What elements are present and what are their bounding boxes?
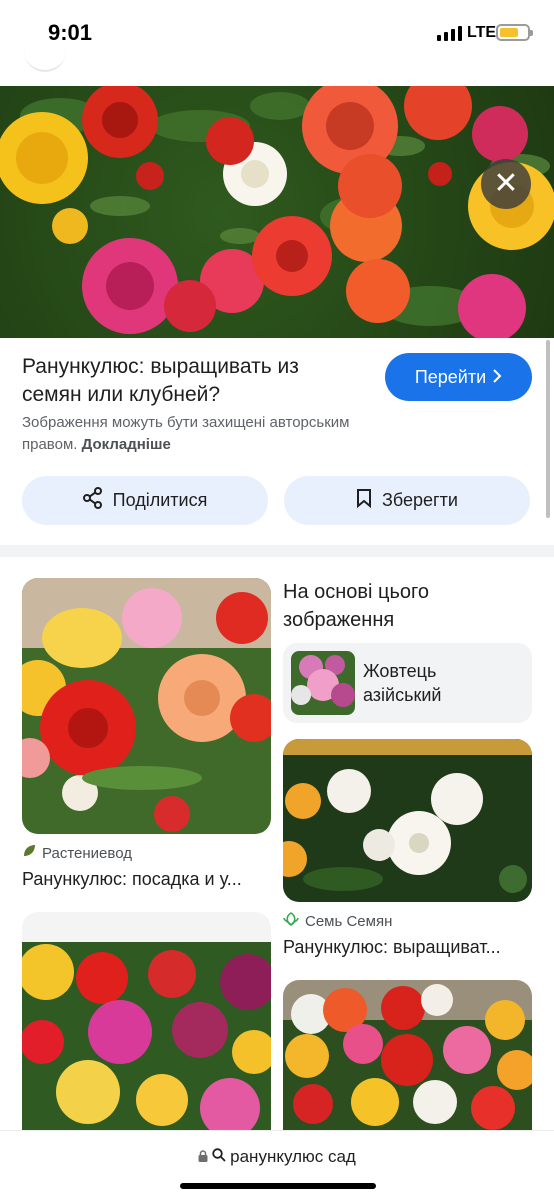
- result-source-label: Растениевод: [42, 844, 132, 862]
- visit-button-label: Перейти: [414, 366, 487, 387]
- save-button-label: Зберегти: [382, 490, 458, 510]
- close-icon[interactable]: ✕: [481, 159, 531, 209]
- result-image[interactable]: [283, 980, 532, 1130]
- related-chip[interactable]: Жовтець азійський: [283, 643, 532, 723]
- home-indicator: [180, 1183, 376, 1189]
- share-button[interactable]: Поділитися: [22, 476, 268, 525]
- result-source[interactable]: Семь Семян: [283, 912, 392, 930]
- preview-image[interactable]: ✕: [0, 86, 554, 338]
- bookmark-icon: [356, 488, 372, 513]
- related-heading: На основі цього зображення: [283, 581, 430, 631]
- related-chip-label: Жовтець азійський: [363, 661, 442, 705]
- copyright-text: Зображення можуть бути захищені авторськ…: [22, 414, 350, 453]
- save-button[interactable]: Зберегти: [284, 476, 530, 525]
- network-label: LTE: [467, 24, 497, 41]
- address-bar[interactable]: ранункулюс сад: [0, 1130, 554, 1200]
- address-field[interactable]: ранункулюс сад: [0, 1147, 554, 1167]
- result-source[interactable]: Растениевод: [22, 844, 132, 862]
- result-source-label: Семь Семян: [305, 912, 393, 930]
- visit-button[interactable]: Перейти: [385, 353, 532, 401]
- result-image[interactable]: [22, 578, 271, 834]
- leaf-icon: [22, 844, 36, 862]
- related-chip-thumbnail: [291, 651, 355, 715]
- signal-icon: [437, 26, 462, 41]
- collapsed-header-handle: [24, 50, 66, 72]
- section-divider: [0, 545, 554, 557]
- scrollbar[interactable]: [546, 340, 550, 518]
- address-query: ранункулюс сад: [230, 1147, 356, 1166]
- battery-icon: [496, 24, 533, 41]
- preview-title[interactable]: Ранункулюс: выращивать из семян или клуб…: [22, 353, 362, 409]
- chevron-right-icon: [492, 367, 502, 388]
- lock-icon: [198, 1147, 208, 1167]
- result-image[interactable]: [22, 912, 271, 1130]
- result-title[interactable]: Ранункулюс: посадка и у...: [22, 869, 271, 890]
- share-icon: [82, 487, 103, 514]
- seeds-icon: [283, 912, 299, 930]
- learn-more-link[interactable]: Докладніше: [82, 436, 171, 453]
- copyright-notice: Зображення можуть бути захищені авторськ…: [22, 412, 402, 456]
- share-button-label: Поділитися: [112, 490, 208, 510]
- result-image[interactable]: [283, 739, 532, 902]
- status-time: 9:01: [48, 20, 93, 45]
- search-icon: [212, 1147, 226, 1167]
- status-bar: 9:01 LTE: [0, 0, 554, 66]
- result-title[interactable]: Ранункулюс: выращиват...: [283, 937, 532, 958]
